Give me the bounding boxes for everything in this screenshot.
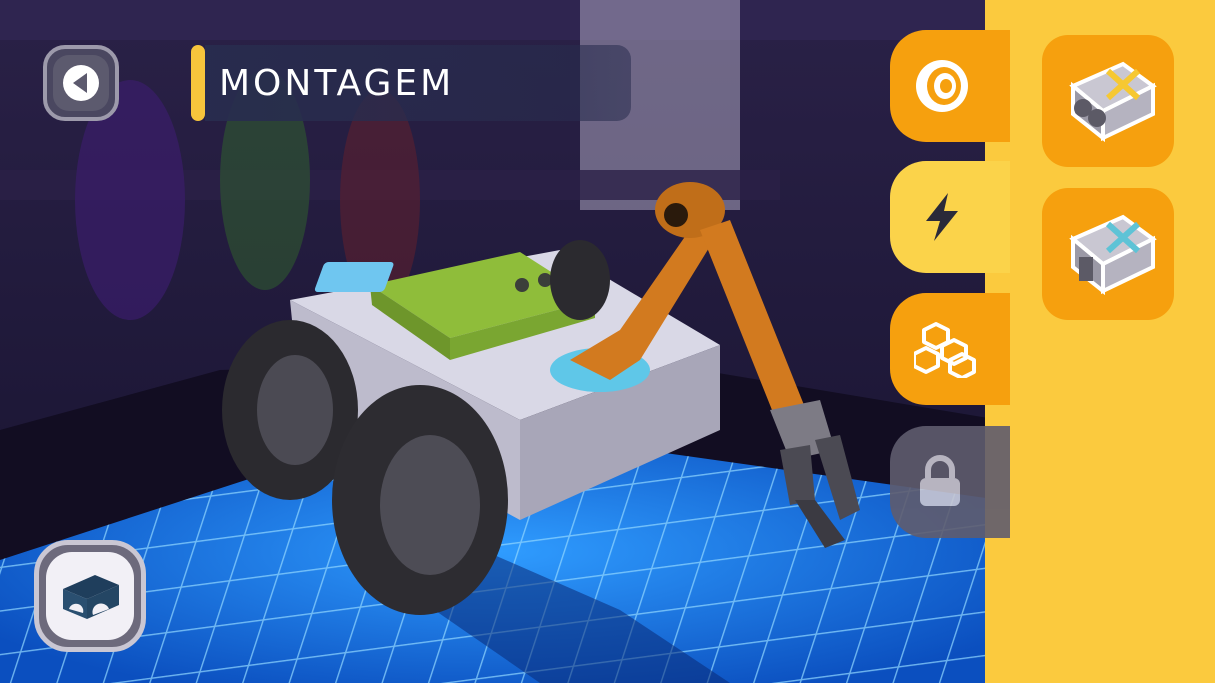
page-title: MONTAGEM <box>219 62 455 104</box>
back-arrow-icon <box>63 65 99 101</box>
lightning-icon <box>926 193 958 241</box>
title-panel: MONTAGEM <box>205 45 631 121</box>
wheel-icon <box>916 60 968 112</box>
tab-locked[interactable] <box>890 426 1010 538</box>
garage-button-inner <box>46 552 134 640</box>
tab-power[interactable] <box>890 161 1010 273</box>
tab-blocks[interactable] <box>890 293 1010 405</box>
back-button-inner <box>53 55 109 111</box>
tab-wheels[interactable] <box>890 30 1010 142</box>
lock-icon <box>920 455 960 506</box>
back-button[interactable] <box>43 45 119 121</box>
part-card-motor[interactable] <box>1042 188 1174 320</box>
motor-module-icon <box>1069 214 1157 296</box>
blocks-icon <box>914 322 976 378</box>
garage-icon <box>63 575 119 619</box>
part-card-sensor[interactable] <box>1042 35 1174 167</box>
garage-button[interactable] <box>34 540 146 652</box>
title-accent <box>191 45 205 121</box>
page-title-bar: MONTAGEM <box>191 45 631 121</box>
sensor-module-icon <box>1069 61 1157 143</box>
